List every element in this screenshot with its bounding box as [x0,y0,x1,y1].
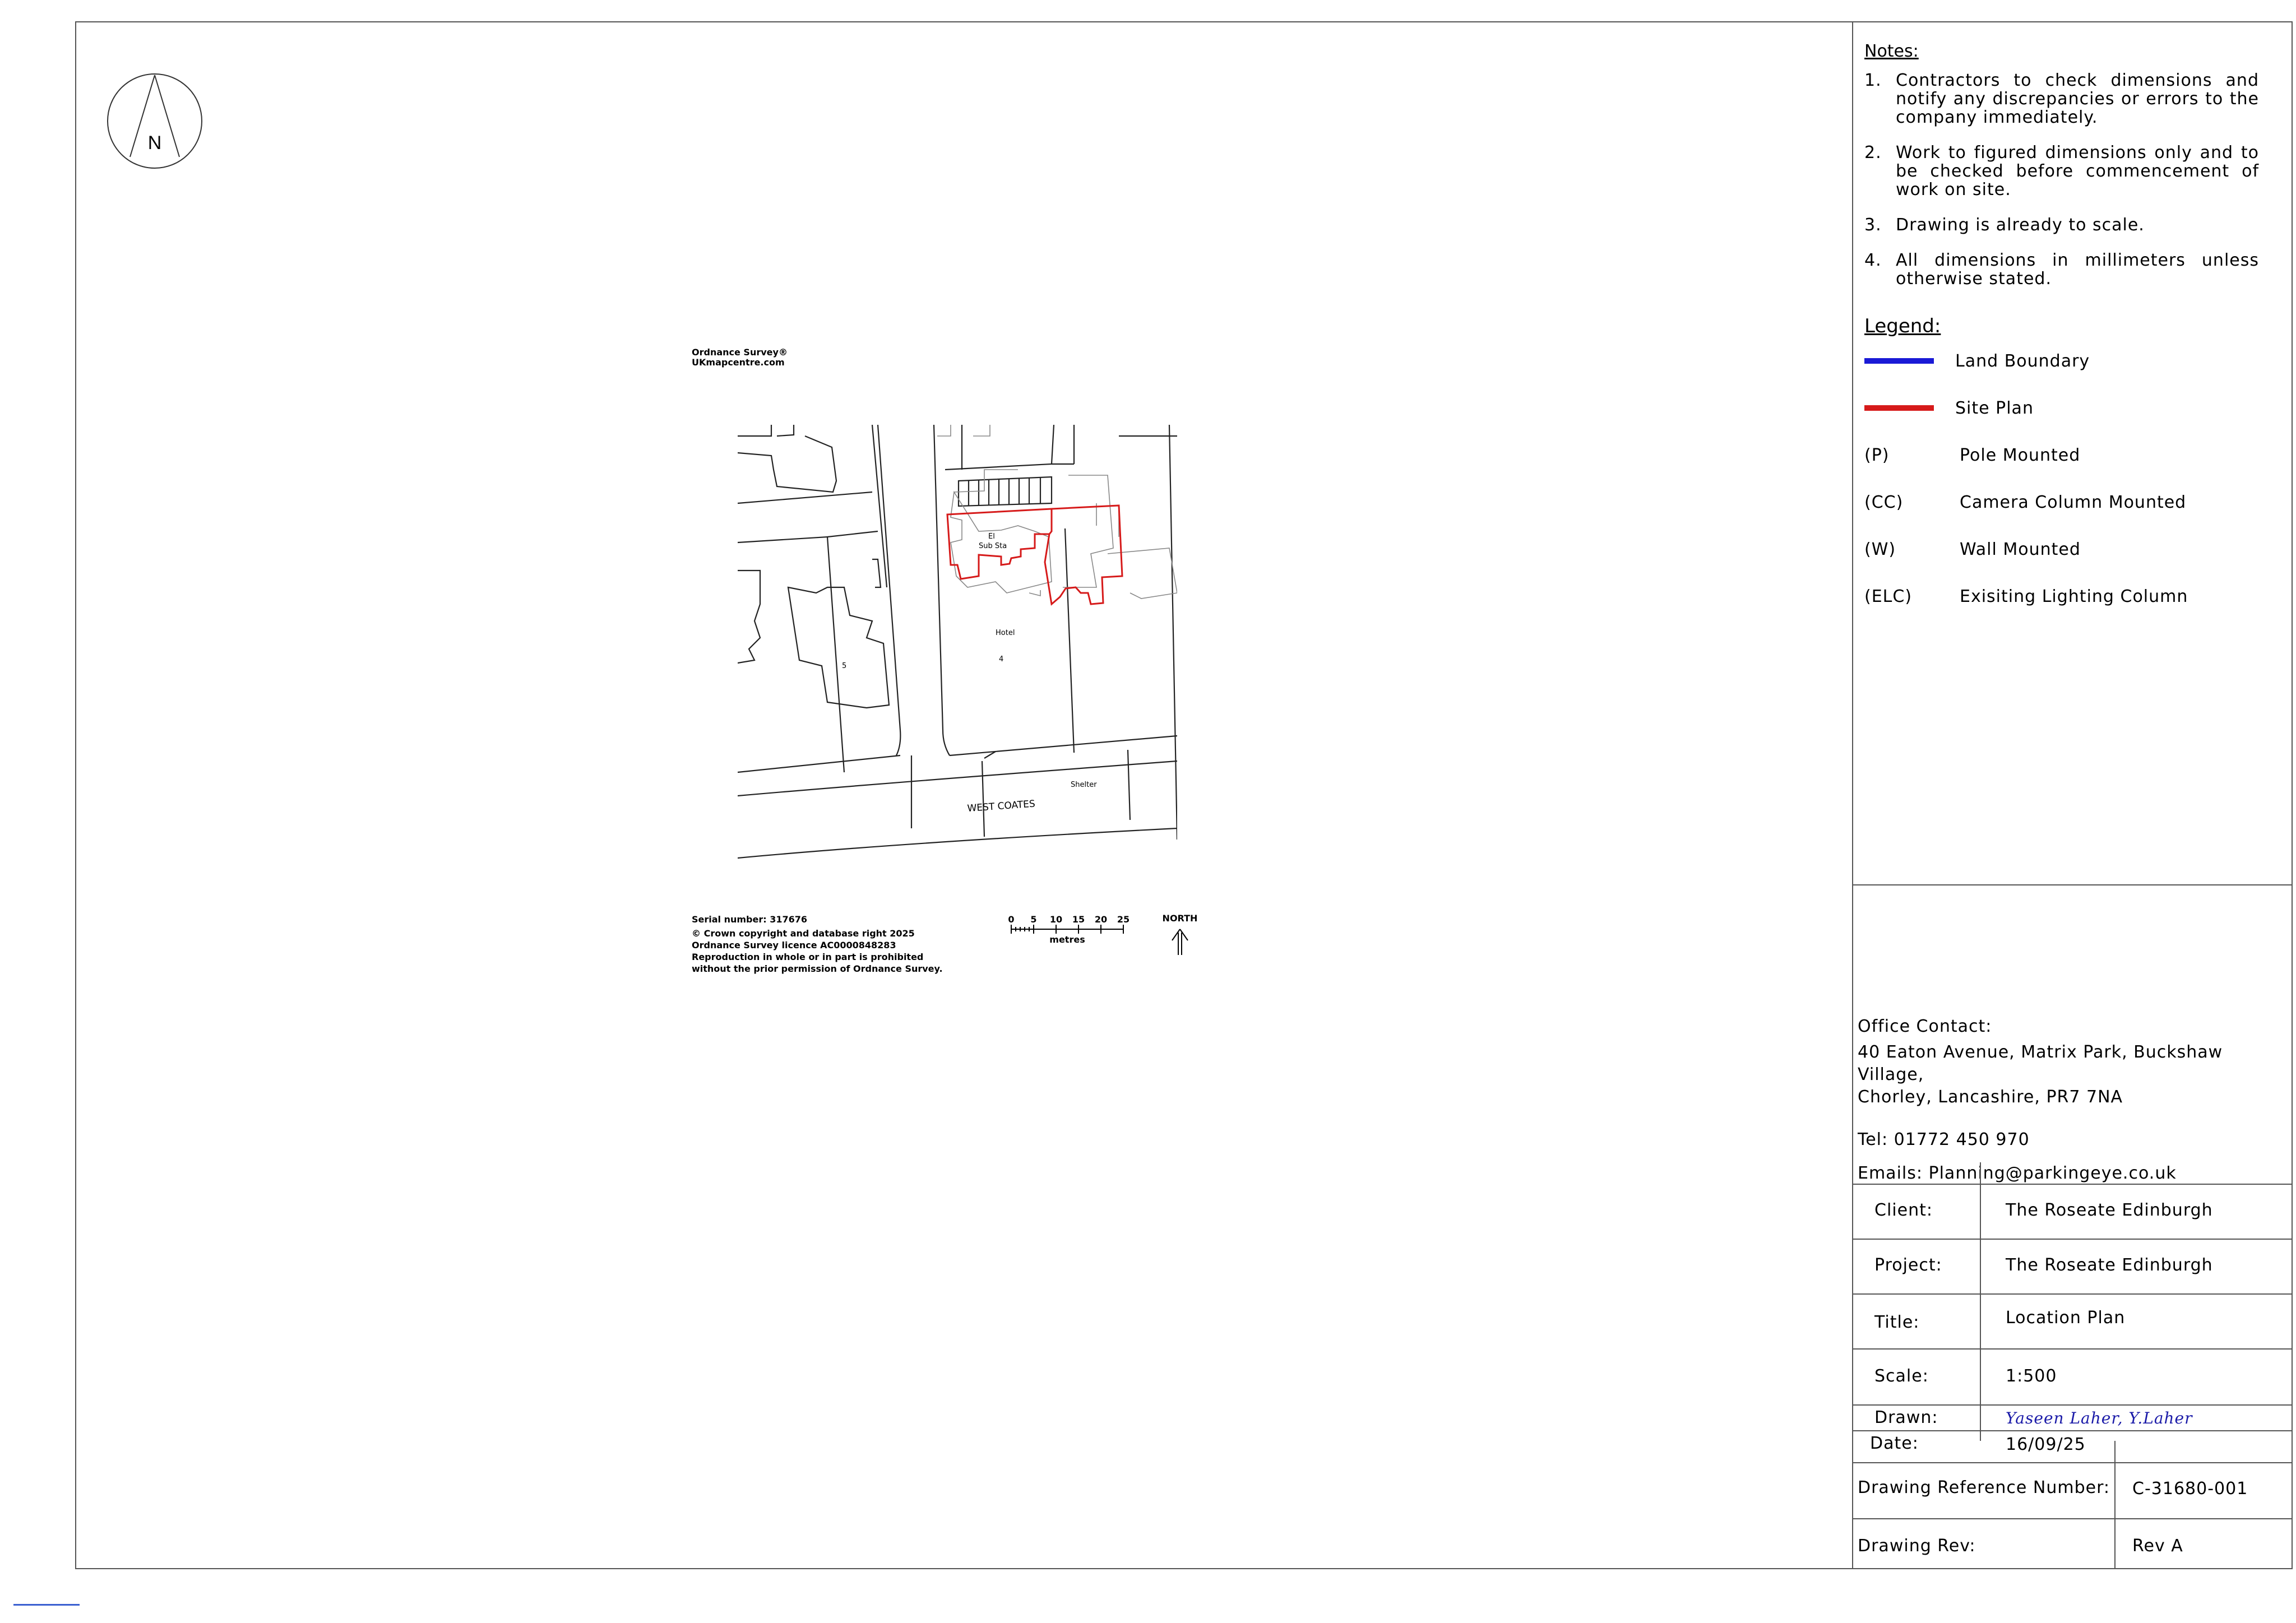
scale-row: Scale: 1:500 [1853,1348,2293,1404]
scale-tick-label: 5 [1030,914,1036,925]
legend-abbr-row: (P) Pole Mounted [1864,445,2081,465]
date-row: Date: 16/09/25 [1853,1430,2293,1462]
office-contact: Office Contact: 40 Eaton Avenue, Matrix … [1858,1015,2293,1185]
os-copyright-1: © Crown copyright and database right 202… [692,928,915,939]
site-plan-swatch [1864,405,1934,411]
contact-tel: Tel: 01772 450 970 [1858,1130,2030,1149]
drawing-ref-row: Drawing Reference Number: C-31680-001 [1853,1462,2293,1518]
footer-link-mark [13,1604,80,1606]
note-item: 4. All dimensions in millimeters unless o… [1864,251,2259,289]
os-copyright-3: Reproduction in whole or in part is proh… [692,952,924,962]
notes-title: Notes: [1864,41,1919,61]
os-footer: Serial number: 317676 © Crown copyright … [692,913,943,975]
contact-address-1: 40 Eaton Avenue, Matrix Park, Buckshaw V… [1858,1042,2223,1084]
contact-heading: Office Contact: [1858,1017,1992,1036]
scale-tick-label: 20 [1095,914,1107,925]
scale-bar: 0 5 10 15 20 25 metres [1008,914,1130,945]
drawing-rev-value: Rev A [2132,1536,2183,1556]
title-value: Location Plan [2006,1308,2126,1328]
notes-area: Notes: 1. Contractors to check dimensions… [1853,21,2293,885]
legend-abbr-row: (W) Wall Mounted [1864,539,2081,559]
client-row: Client: The Roseate Edinburgh [1853,1184,2293,1239]
drawn-signature: Yaseen Laher, Y.Laher [2006,1409,2193,1427]
map-label-substation: Sub Sta [979,542,1007,550]
north-compass-icon: N [107,73,202,169]
drawing-ref-value: C-31680-001 [2132,1479,2248,1499]
drawn-row: Drawn: Yaseen Laher, Y.Laher [1853,1404,2293,1430]
legend-abbr-row: (CC) Camera Column Mounted [1864,492,2187,512]
scale-value: 1:500 [2006,1366,2057,1386]
project-value: The Roseate Edinburgh [2006,1255,2213,1275]
os-copyright-2: Ordnance Survey licence AC0000848283 [692,940,896,950]
project-row: Project: The Roseate Edinburgh [1853,1239,2293,1293]
scale-tick-label: 0 [1008,914,1014,925]
legend-title: Legend: [1864,315,1941,337]
legend-abbr-row: (ELC) Exisiting Lighting Column [1864,586,2188,606]
date-value: 16/09/25 [2006,1435,2086,1454]
client-value: The Roseate Edinburgh [2006,1200,2213,1220]
location-map: El Sub Sta Hotel 4 5 Shelter WEST COATES [738,425,1177,859]
ref-block-divider [2114,1441,2116,1569]
contact-email: Emails: Planning@parkingeye.co.uk [1858,1163,2177,1183]
note-item: 2. Work to figured dimensions only and to… [1864,143,2259,200]
title-row: Title: Location Plan [1853,1293,2293,1348]
map-label-house-5: 5 [842,662,846,670]
map-label-el: El [988,532,995,541]
map-label-hotel: Hotel [996,629,1015,637]
scale-tick-label: 15 [1072,914,1085,925]
scale-tick-label: 25 [1117,914,1130,925]
os-copyright-4: without the prior permission of Ordnance… [692,963,943,974]
note-item: 3. Drawing is already to scale. [1864,215,2145,235]
north-arrow-icon: NORTH [1163,913,1198,955]
os-header: Ordnance Survey® UKmapcentre.com [692,347,788,368]
contact-address-2: Chorley, Lancashire, PR7 7NA [1858,1087,2123,1107]
drawing-rev-row: Drawing Rev: Rev A [1853,1518,2293,1569]
os-header-line2: UKmapcentre.com [692,357,785,368]
compass-label: N [148,132,162,154]
os-serial: Serial number: 317676 [692,914,808,925]
north-label: NORTH [1163,913,1198,924]
info-panel: Notes: 1. Contractors to check dimensions… [1852,21,2293,1569]
note-item: 1. Contractors to check dimensions and no… [1864,71,2259,127]
map-label-house-4: 4 [999,655,1003,664]
map-label-street: WEST COATES [967,799,1035,814]
legend-site-plan: Site Plan [1864,384,2281,432]
os-header-line1: Ordnance Survey® [692,347,788,358]
legend-land-boundary: Land Boundary [1864,337,2281,384]
scale-unit: metres [1049,934,1085,945]
land-boundary-swatch [1864,358,1934,364]
map-label-shelter: Shelter [1071,781,1097,789]
title-block-divider [1980,1162,1981,1441]
scale-tick-label: 10 [1050,914,1062,925]
